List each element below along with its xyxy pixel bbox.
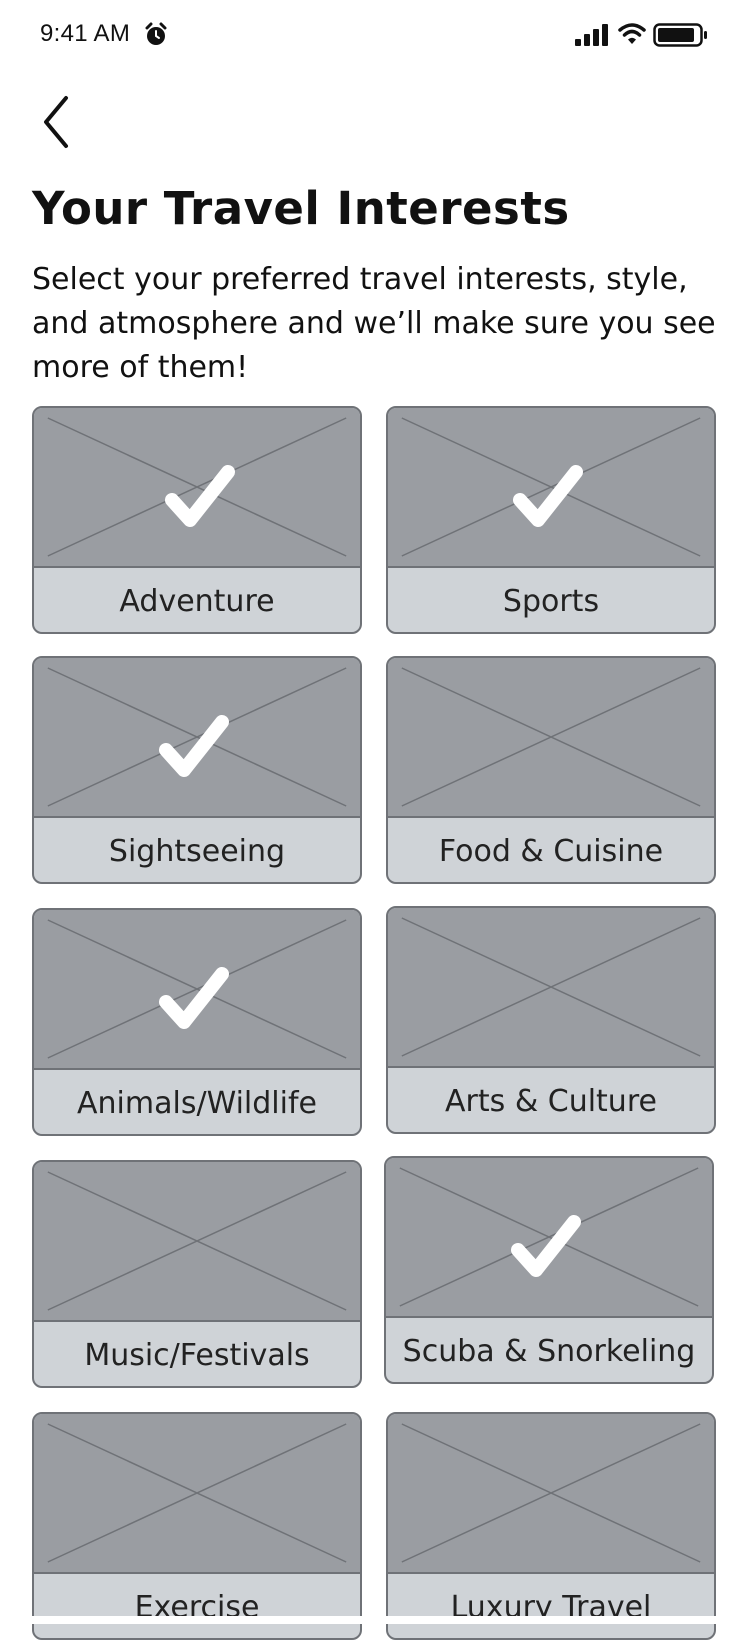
interest-label: Luxury Travel: [450, 1589, 652, 1625]
checkmark-icon: [511, 1215, 581, 1277]
page-title: Your Travel Interests: [32, 182, 570, 235]
page-subtitle: Select your preferred travel interests, …: [32, 262, 716, 385]
interest-label: Adventure: [119, 583, 275, 619]
interest-label: Food & Cuisine: [438, 833, 664, 869]
interest-card-scuba-snorkeling[interactable]: Scuba & Snorkeling: [384, 1156, 714, 1384]
interest-card-sightseeing[interactable]: Sightseeing: [32, 656, 362, 884]
interest-label: Sports: [502, 583, 600, 619]
wifi-icon: [618, 23, 646, 44]
interest-card-adventure[interactable]: Adventure: [32, 406, 362, 634]
interest-label: Animals/Wildlife: [77, 1085, 317, 1121]
image-placeholder: [388, 658, 714, 818]
interest-card-exercise[interactable]: Exercise: [32, 1412, 362, 1640]
battery-icon: [653, 23, 707, 47]
image-placeholder: [34, 1414, 360, 1574]
image-placeholder: [388, 1414, 714, 1574]
interest-label: Arts & Culture: [445, 1083, 657, 1119]
interest-card-arts-culture[interactable]: Arts & Culture: [386, 906, 716, 1134]
interest-label: Music/Festivals: [84, 1337, 310, 1373]
alarm-icon: [145, 22, 167, 45]
image-placeholder: [34, 1162, 360, 1322]
image-placeholder: [34, 910, 360, 1070]
interest-label: Exercise: [134, 1589, 260, 1625]
status-time: 9:41 AM: [40, 20, 131, 47]
interest-label: Scuba & Snorkeling: [402, 1333, 696, 1369]
image-placeholder: [34, 658, 360, 818]
screen-bottom-edge: [0, 1616, 750, 1624]
interest-card-music-festivals[interactable]: Music/Festivals: [32, 1160, 362, 1388]
checkmark-icon: [159, 967, 229, 1029]
interest-label: Sightseeing: [108, 833, 286, 869]
image-placeholder: [386, 1158, 712, 1318]
interest-card-sports[interactable]: Sports: [386, 406, 716, 634]
status-bar: 9:41 AM: [0, 0, 750, 70]
checkmark-icon: [159, 715, 229, 777]
interest-card-food-cuisine[interactable]: Food & Cuisine: [386, 656, 716, 884]
image-placeholder: [388, 908, 714, 1068]
checkmark-icon: [513, 465, 583, 527]
image-placeholder: [34, 408, 360, 568]
image-placeholder: [388, 408, 714, 568]
back-button[interactable]: [36, 94, 82, 150]
signal-icon: [575, 24, 608, 46]
interest-card-luxury-travel[interactable]: Luxury Travel: [386, 1412, 716, 1640]
interest-card-animals-wildlife[interactable]: Animals/Wildlife: [32, 908, 362, 1136]
checkmark-icon: [165, 465, 235, 527]
